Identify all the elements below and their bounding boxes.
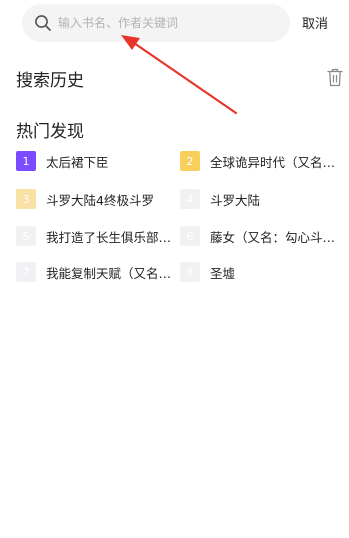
hot-item-1[interactable]: 1 太后裙下臣	[16, 150, 109, 172]
rank-badge: 2	[180, 151, 200, 171]
hot-item-3[interactable]: 3 斗罗大陆4终极斗罗	[16, 188, 154, 210]
search-bar[interactable]	[22, 4, 290, 42]
hot-item-title: 斗罗大陆4终极斗罗	[46, 192, 154, 208]
hot-item-5[interactable]: 5 我打造了长生俱乐部…	[16, 225, 171, 247]
rank-badge: 7	[16, 262, 36, 282]
search-icon	[35, 15, 51, 31]
search-history-title: 搜索历史	[16, 71, 84, 91]
hot-item-title: 我打造了长生俱乐部…	[46, 229, 172, 245]
hot-item-title: 斗罗大陆	[210, 192, 261, 208]
rank-badge: 8	[180, 262, 200, 282]
hot-item-title: 藤女（又名：勾心斗…	[210, 229, 336, 245]
hot-item-7[interactable]: 7 我能复制天赋（又名…	[16, 261, 171, 283]
hot-item-title: 我能复制天赋（又名…	[46, 265, 172, 281]
arrow-shaft	[132, 41, 238, 115]
hot-item-title: 全球诡异时代（又名…	[210, 154, 336, 170]
hot-item-6[interactable]: 6 藤女（又名：勾心斗…	[180, 225, 335, 247]
hot-item-title: 太后裙下臣	[46, 154, 109, 170]
trash-icon[interactable]	[327, 67, 343, 87]
rank-badge: 4	[180, 189, 200, 209]
rank-badge: 1	[16, 151, 36, 171]
hot-item-title: 圣墟	[210, 265, 236, 281]
hot-item-2[interactable]: 2 全球诡异时代（又名…	[180, 150, 335, 172]
cancel-button[interactable]: 取消	[302, 13, 328, 32]
search-input[interactable]	[58, 4, 278, 42]
hot-item-8[interactable]: 8 圣墟	[180, 261, 235, 283]
hot-item-4[interactable]: 4 斗罗大陆	[180, 188, 260, 210]
hot-discovery-title: 热门发现	[16, 122, 84, 142]
rank-badge: 3	[16, 189, 36, 209]
rank-badge: 5	[16, 226, 36, 246]
rank-badge: 6	[180, 226, 200, 246]
